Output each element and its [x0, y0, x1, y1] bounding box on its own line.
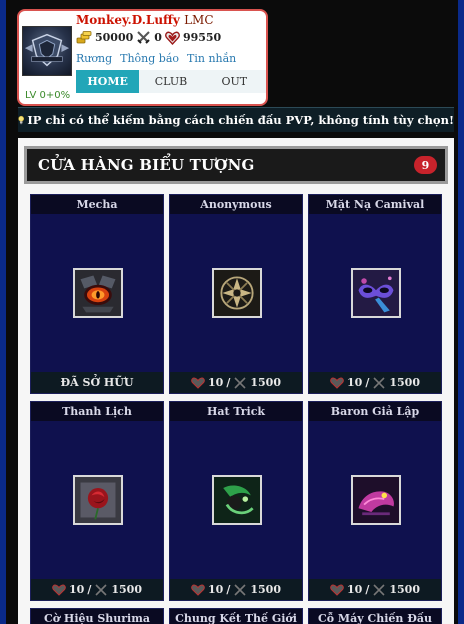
- player-name[interactable]: Monkey.D.Luffy LMC: [76, 13, 214, 27]
- shop-title: CỬA HÀNG BIỂU TƯỢNG: [38, 156, 255, 174]
- tab-home[interactable]: HOME: [76, 70, 140, 93]
- sword-price: 1500: [250, 376, 281, 389]
- crossed-swords-icon: [373, 583, 385, 596]
- profile-tabs: HOME CLUB OUT: [76, 70, 266, 93]
- gem-price: 10: [347, 376, 363, 389]
- price-separator: /: [365, 583, 370, 596]
- window-edge-right: [458, 0, 464, 624]
- sword-price: 1500: [389, 583, 420, 596]
- shop-item-baron[interactable]: Baron Giả Lập 10 / 1500: [308, 401, 442, 601]
- gem-heart-icon: [191, 584, 205, 596]
- link-notifications[interactable]: Thông báo: [120, 52, 179, 65]
- player-name-text: Monkey.D.Luffy: [76, 13, 180, 27]
- carnival-mask-icon: [351, 268, 401, 318]
- price-separator: /: [87, 583, 92, 596]
- item-title: Mặt Nạ Camival: [309, 195, 441, 214]
- item-title: Chung Kết Thế Giới: [170, 609, 302, 624]
- avatar[interactable]: [22, 26, 72, 76]
- shop-count-badge: 9: [414, 156, 437, 174]
- price-row: 10 / 1500: [309, 579, 441, 600]
- crossed-swords-icon: [234, 376, 246, 389]
- window-edge-left: [0, 0, 6, 624]
- gem-price: 10: [69, 583, 85, 596]
- shop-item-war-machine[interactable]: Cỗ Máy Chiến Đấu: [308, 608, 442, 624]
- item-title: Cỗ Máy Chiến Đấu: [309, 609, 441, 624]
- crossed-swords-icon: [95, 583, 107, 596]
- price-separator: /: [226, 376, 231, 389]
- hat-trick-icon: [212, 475, 262, 525]
- sword-price: 1500: [250, 583, 281, 596]
- price-row: 10 / 1500: [170, 372, 302, 393]
- info-text: IP chỉ có thể kiếm bằng cách chiến đấu P…: [27, 113, 454, 127]
- price-row: 10 / 1500: [170, 579, 302, 600]
- link-chest[interactable]: Rương: [76, 52, 112, 65]
- item-title: Baron Giả Lập: [309, 402, 441, 421]
- item-title: Anonymous: [170, 195, 302, 214]
- icon-shop-panel: CỬA HÀNG BIỂU TƯỢNG 9 Mecha ĐÃ SỞ HỮU An…: [18, 138, 454, 624]
- crossed-swords-icon: [234, 583, 246, 596]
- gem-heart-icon: [330, 584, 344, 596]
- sword-price: 1500: [389, 376, 420, 389]
- shop-item-hat-trick[interactable]: Hat Trick 10 / 1500: [169, 401, 303, 601]
- gem-heart-icon: [165, 31, 180, 45]
- currency-stats: 50000 0 99550: [76, 30, 221, 45]
- shop-item-shurima[interactable]: Cờ Hiệu Shurima: [30, 608, 164, 624]
- shop-item-carnival-mask[interactable]: Mặt Nạ Camival 10 / 1500: [308, 194, 442, 394]
- rose-icon: [73, 475, 123, 525]
- gold-amount: 50000: [95, 31, 134, 44]
- lightbulb-icon: [18, 115, 25, 125]
- owned-label: ĐÃ SỞ HỮU: [31, 372, 163, 393]
- gold-coins-icon: [76, 31, 92, 44]
- link-messages[interactable]: Tin nhắn: [187, 52, 236, 65]
- champion-emblem-icon: [24, 33, 70, 67]
- clan-tag: LMC: [184, 13, 214, 27]
- shop-item-worlds[interactable]: Chung Kết Thế Giới: [169, 608, 303, 624]
- shop-item-elegant[interactable]: Thanh Lịch 10 / 1500: [30, 401, 164, 601]
- gem-heart-icon: [191, 377, 205, 389]
- price-row: 10 / 1500: [31, 579, 163, 600]
- profile-links: Rương Thông báo Tin nhắn: [76, 52, 236, 65]
- price-row: 10 / 1500: [309, 372, 441, 393]
- shop-item-mecha[interactable]: Mecha ĐÃ SỞ HỮU: [30, 194, 164, 394]
- shop-item-anonymous[interactable]: Anonymous 10 / 1500: [169, 194, 303, 394]
- price-separator: /: [226, 583, 231, 596]
- sword-price: 1500: [111, 583, 142, 596]
- tab-club[interactable]: CLUB: [139, 70, 202, 93]
- crossed-swords-icon: [137, 31, 150, 44]
- gem-amount: 99550: [182, 31, 222, 44]
- price-separator: /: [365, 376, 370, 389]
- info-bar: IP chỉ có thể kiếm bằng cách chiến đấu P…: [18, 107, 454, 132]
- gem-heart-icon: [52, 584, 66, 596]
- item-title: Thanh Lịch: [31, 402, 163, 421]
- shop-header: CỬA HÀNG BIỂU TƯỢNG 9: [24, 146, 448, 184]
- item-title: Cờ Hiệu Shurima: [31, 609, 163, 624]
- crossed-swords-icon: [373, 376, 385, 389]
- gem-heart-icon: [330, 377, 344, 389]
- profile-card: LV 0+0% Monkey.D.Luffy LMC 50000 0 99550…: [17, 9, 268, 106]
- gem-price: 10: [208, 583, 224, 596]
- gem-price: 10: [347, 583, 363, 596]
- item-title: Mecha: [31, 195, 163, 214]
- anonymous-crest-icon: [212, 268, 262, 318]
- mecha-eye-icon: [73, 268, 123, 318]
- player-level: LV 0+0%: [25, 90, 71, 101]
- baron-icon: [351, 475, 401, 525]
- gem-price: 10: [208, 376, 224, 389]
- tab-out[interactable]: OUT: [203, 70, 266, 93]
- sword-amount: 0: [154, 31, 162, 44]
- item-title: Hat Trick: [170, 402, 302, 421]
